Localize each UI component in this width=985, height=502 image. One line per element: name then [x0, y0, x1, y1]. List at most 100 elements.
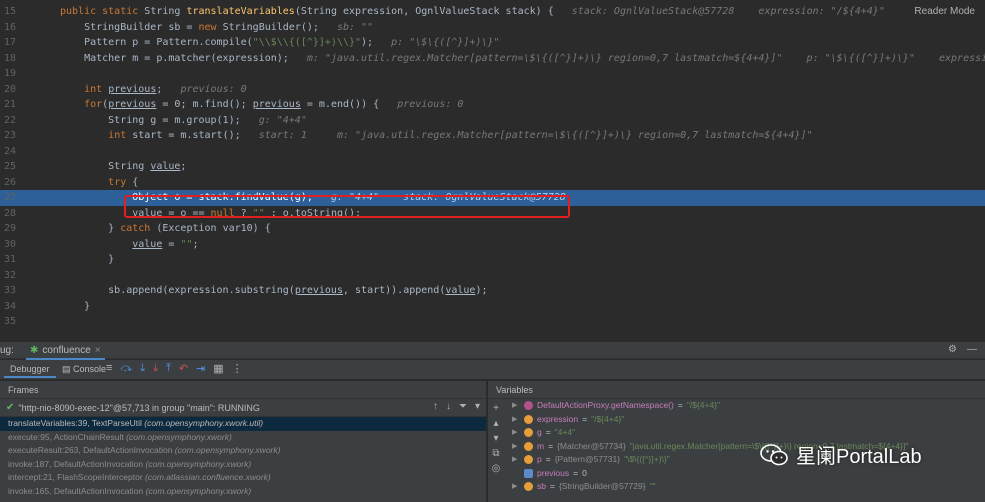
minimize-icon[interactable]: —	[967, 344, 977, 355]
stack-frame[interactable]: execute:95, ActionChainResult (com.opens…	[0, 431, 486, 445]
line-number[interactable]: 20	[0, 82, 16, 98]
expand-arrow-icon[interactable]: ▶	[512, 440, 520, 454]
copy-icon[interactable]: ⧉	[492, 448, 499, 459]
code-line[interactable]: 25 String value;	[0, 159, 985, 175]
thread-selector[interactable]: ✔ "http-nio-8090-exec-12"@57,713 in grou…	[0, 399, 486, 417]
line-number[interactable]: 22	[0, 113, 16, 129]
code-line[interactable]: 22 String g = m.group(1); g: "4+4"	[0, 113, 985, 129]
code-line[interactable]: 15 public static String translateVariable…	[0, 4, 985, 20]
line-number[interactable]: 30	[0, 237, 16, 253]
glasses-icon[interactable]: ◎	[492, 463, 501, 474]
code-line[interactable]: 33 sb.append(expression.substring(previo…	[0, 283, 985, 299]
code-editor[interactable]: Reader Mode 15 public static String trans…	[0, 0, 985, 336]
code-line[interactable]: 20 int previous; previous: 0	[0, 82, 985, 98]
stack-frame[interactable]: executeResult:263, DefaultActionInvocati…	[0, 444, 486, 458]
variable-row[interactable]: ▶ DefaultActionProxy.getNamespace() = "/${4…	[508, 399, 985, 413]
code-line[interactable]: 34 }	[0, 299, 985, 315]
line-number[interactable]: 16	[0, 20, 16, 36]
debug-toolbar: Debugger ▤ Console ≡ ⤼ ⤓ ⤓ ⤒ ↶ ⇥ ▦ ⋮	[0, 360, 985, 380]
line-number[interactable]: 27	[0, 190, 16, 206]
filter-icon[interactable]: ⏷	[459, 401, 467, 412]
line-number[interactable]: 29	[0, 221, 16, 237]
variable-row[interactable]: ▶ expression = "/${4+4}"	[508, 413, 985, 427]
stack-frame[interactable]: invoke:187, DefaultActionInvocation (com…	[0, 458, 486, 472]
up-arrow-icon[interactable]: ↑	[433, 401, 438, 412]
code-line[interactable]: 23 int start = m.start(); start: 1 m: "j…	[0, 128, 985, 144]
variable-name: DefaultActionProxy.getNamespace()	[537, 400, 674, 410]
add-watch-icon[interactable]: +	[493, 403, 499, 414]
variables-sidebar: + ▴ ▾ ⧉ ◎	[488, 399, 504, 502]
step-into-icon[interactable]: ⤓	[140, 362, 145, 375]
code-line[interactable]: 24	[0, 144, 985, 160]
line-number[interactable]: 33	[0, 283, 16, 299]
line-number[interactable]: 21	[0, 97, 16, 113]
line-number[interactable]: 26	[0, 175, 16, 191]
frame-method: execute:95, ActionChainResult	[8, 431, 127, 442]
expand-arrow-icon[interactable]: ▶	[512, 399, 520, 413]
variable-row[interactable]: ▶ sb = {StringBuilder@57729} ""	[508, 480, 985, 494]
line-number[interactable]: 28	[0, 206, 16, 222]
step-over-icon[interactable]: ⤼	[120, 362, 132, 375]
code-token: value	[150, 161, 181, 172]
frame-package: (com.opensymphony.xwork)	[126, 431, 232, 442]
code-line[interactable]: 30 value = "";	[0, 237, 985, 253]
line-number[interactable]: 31	[0, 252, 16, 268]
code-line[interactable]: 32	[0, 268, 985, 284]
code-line[interactable]: 21 for(previous = 0; m.find(); previous …	[0, 97, 985, 113]
variable-type: {StringBuilder@57729}	[558, 481, 646, 491]
inline-debug-value: g: "4+4"	[258, 114, 307, 126]
up-icon[interactable]: ▴	[493, 418, 498, 429]
line-number[interactable]: 24	[0, 144, 16, 160]
stack-frame[interactable]: invoke:165, DefaultActionInvocation (com…	[0, 485, 486, 499]
down-icon[interactable]: ▾	[493, 433, 498, 444]
force-step-into-icon[interactable]: ⤓	[153, 362, 158, 375]
menu-icon[interactable]: ≡	[106, 362, 112, 375]
session-tab-confluence[interactable]: ✱ confluence ×	[26, 343, 105, 360]
more-icon[interactable]: ⋮	[232, 362, 243, 375]
tab-debugger[interactable]: Debugger	[4, 362, 56, 378]
code-line[interactable]: 26 try {	[0, 175, 985, 191]
code-line[interactable]: 19	[0, 66, 985, 82]
code-line[interactable]: 35	[0, 314, 985, 330]
line-number[interactable]: 15	[0, 4, 16, 20]
expand-arrow-icon[interactable]: ▶	[512, 426, 520, 440]
stack-frame[interactable]: intercept:21, FlashScopeInterceptor (com…	[0, 471, 486, 485]
code-text: int previous; previous: 0	[60, 82, 247, 98]
variable-row[interactable]: ▶ g = "4+4"	[508, 426, 985, 440]
code-token: value	[445, 285, 476, 296]
drop-frame-icon[interactable]: ↶	[179, 362, 188, 375]
code-line[interactable]: 17 Pattern p = Pattern.compile("\\$\\{([…	[0, 35, 985, 51]
expand-arrow-icon[interactable]: ▶	[512, 453, 520, 467]
expand-arrow-icon[interactable]: ▶	[512, 413, 520, 427]
run-to-cursor-icon[interactable]: ⇥	[196, 362, 205, 375]
line-number[interactable]: 32	[0, 268, 16, 284]
code-line[interactable]: 16 StringBuilder sb = new StringBuilder(…	[0, 20, 985, 36]
line-number[interactable]: 19	[0, 66, 16, 82]
code-line[interactable]: 29 } catch (Exception var10) {	[0, 221, 985, 237]
code-text: String value;	[60, 159, 186, 175]
tab-console[interactable]: ▤ Console	[56, 362, 112, 377]
code-token: ;	[156, 83, 181, 95]
expand-arrow-icon[interactable]: ▶	[512, 480, 520, 494]
line-number[interactable]: 25	[0, 159, 16, 175]
code-token: }	[60, 300, 91, 312]
line-number[interactable]: 35	[0, 314, 16, 330]
gear-icon[interactable]: ⚙	[948, 344, 957, 355]
close-icon[interactable]: ×	[95, 345, 101, 356]
primitive-field-icon	[524, 468, 533, 478]
down-arrow-icon[interactable]: ↓	[446, 401, 451, 412]
code-text: public static String translateVariables(…	[60, 4, 885, 20]
line-number[interactable]: 17	[0, 35, 16, 51]
line-number[interactable]: 34	[0, 299, 16, 315]
stack-frame[interactable]: translateVariables:39, TextParseUtil (co…	[0, 417, 486, 431]
inline-debug-value: m: "java.util.regex.Matcher[pattern=\$\{…	[306, 52, 985, 64]
inline-debug-value: previous: 0	[397, 99, 464, 110]
step-out-icon[interactable]: ⤒	[166, 362, 171, 375]
evaluate-icon[interactable]: ▦	[213, 362, 223, 375]
line-number[interactable]: 18	[0, 51, 16, 67]
chevron-down-icon[interactable]: ▾	[475, 401, 480, 412]
line-number[interactable]: 23	[0, 128, 16, 144]
code-line[interactable]: 31 }	[0, 252, 985, 268]
code-line[interactable]: 18 Matcher m = p.matcher(expression); m:…	[0, 51, 985, 67]
